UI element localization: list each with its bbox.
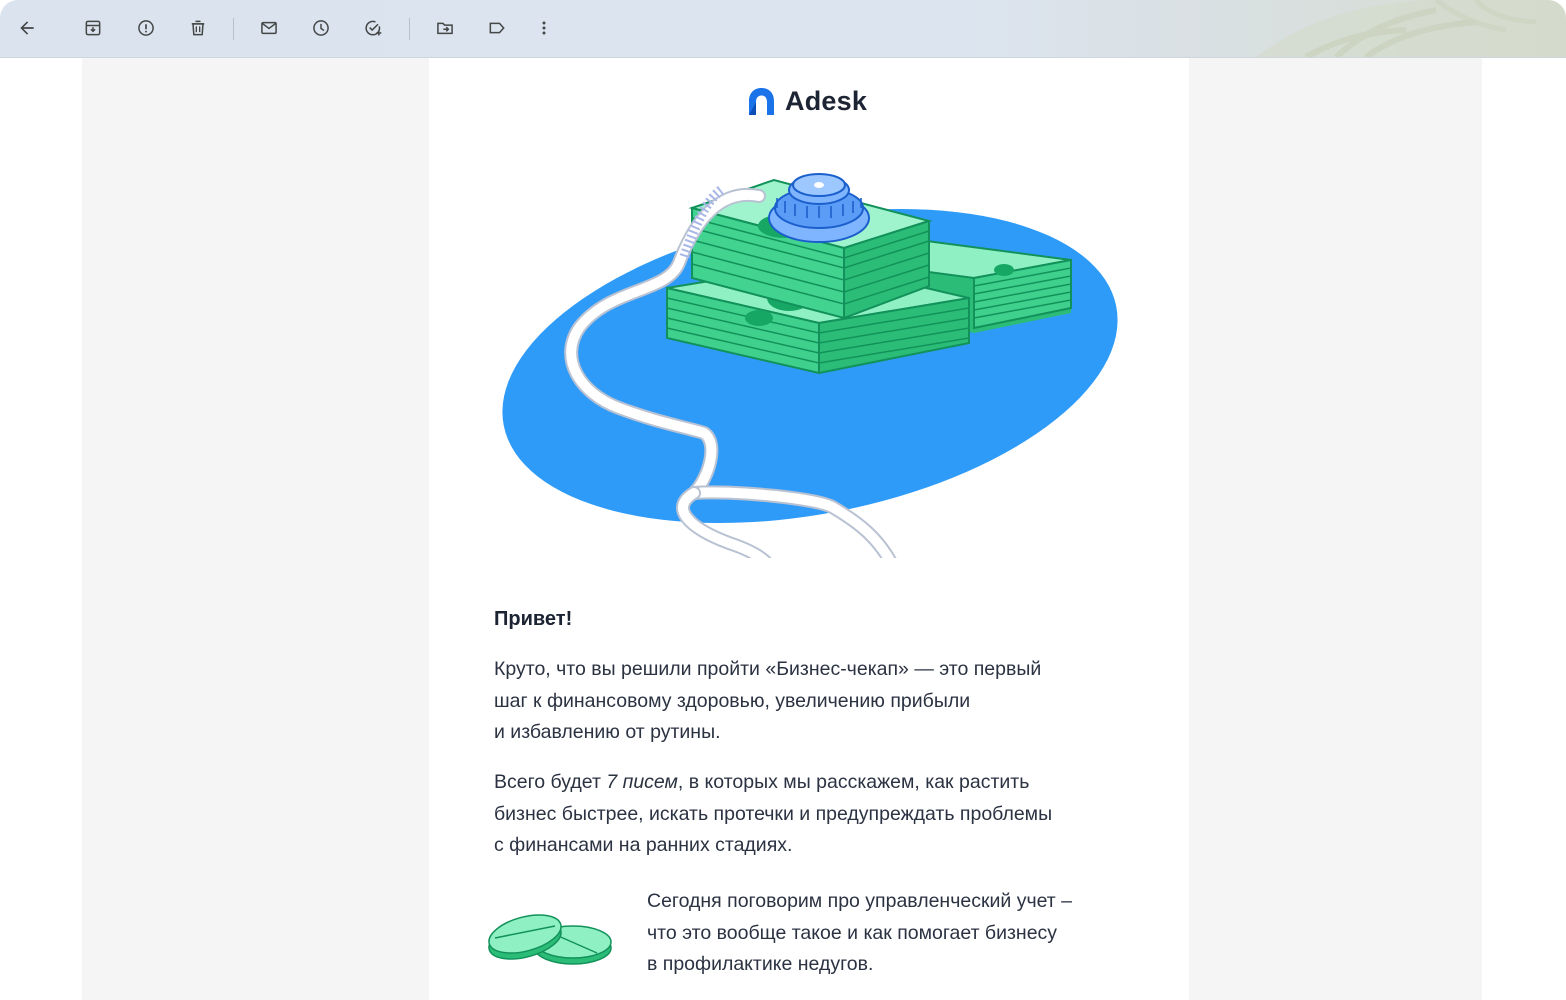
- more-options-button[interactable]: [528, 12, 560, 44]
- window: Adesk Привет! Круто, что вы решили пройт…: [0, 0, 1566, 1000]
- delete-button[interactable]: [182, 12, 214, 44]
- greeting-heading: Привет!: [494, 608, 573, 630]
- mail-toolbar: [0, 0, 1566, 58]
- topic-line-2: что это вообще такое и как помогает бизн…: [647, 921, 1058, 944]
- delete-icon: [191, 20, 205, 36]
- topic-paragraph: Сегодня поговорим про управленческий уче…: [647, 886, 1127, 981]
- add-task-icon: [365, 20, 382, 36]
- label-button[interactable]: [481, 12, 513, 44]
- topic-line-1: Сегодня поговорим про управленческий уче…: [647, 890, 1072, 912]
- label-icon: [489, 22, 505, 34]
- more-vert-icon: [542, 21, 546, 35]
- topic-line-3: в профилактике недугов.: [647, 953, 874, 975]
- move-to-button[interactable]: [429, 12, 461, 44]
- back-arrow-icon: [20, 21, 34, 35]
- mark-unread-icon: [261, 21, 277, 35]
- pills-illustration: [488, 914, 612, 965]
- intro-paragraph: Круто, что вы решили пройти «Бизнес-чека…: [494, 654, 1114, 749]
- archive-button[interactable]: [77, 12, 109, 44]
- series-line-1: Всего будет 7 писем, в которых мы расска…: [494, 767, 1114, 799]
- email-body: Adesk Привет! Круто, что вы решили пройт…: [429, 58, 1189, 1000]
- report-spam-icon: [138, 20, 154, 36]
- add-task-button[interactable]: [357, 12, 389, 44]
- toolbar-divider: [409, 18, 410, 40]
- adesk-logo-icon: [749, 87, 774, 115]
- series-paragraph: Всего будет 7 писем, в которых мы расска…: [494, 767, 1114, 862]
- toolbar-divider: [233, 18, 234, 40]
- snooze-button[interactable]: [305, 12, 337, 44]
- intro-line-3: и избавлению от рутины.: [494, 721, 721, 743]
- back-button[interactable]: [11, 12, 43, 44]
- brand-logo: Adesk: [747, 83, 867, 119]
- snooze-icon: [313, 20, 329, 36]
- series-after-text: , в которых мы расскажем, как растить: [677, 771, 1030, 793]
- hero-illustration-money-stethoscope: [502, 173, 1118, 558]
- report-spam-button[interactable]: [130, 12, 162, 44]
- brand-name: Adesk: [785, 85, 868, 116]
- series-line-2: бизнес быстрее, искать протечки и предуп…: [494, 802, 1053, 825]
- series-line-3: с финансами на ранних стадиях.: [494, 834, 793, 856]
- theme-background-palm-image: [1256, 0, 1566, 57]
- intro-line-2: шаг к финансовому здоровью, увеличению п…: [494, 689, 971, 712]
- letters-count-emphasis: 7 писем: [606, 771, 678, 793]
- move-to-icon: [437, 22, 453, 35]
- archive-icon: [85, 20, 101, 36]
- intro-line-1: Круто, что вы решили пройти «Бизнес-чека…: [494, 658, 1042, 680]
- mark-unread-button[interactable]: [253, 12, 285, 44]
- series-before-text: Всего будет: [494, 771, 607, 793]
